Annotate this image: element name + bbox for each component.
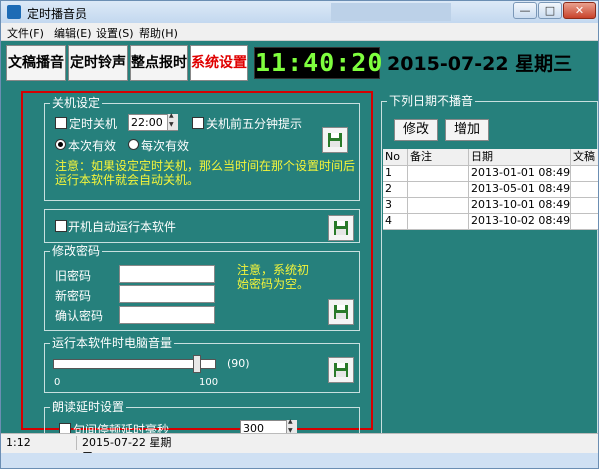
col-doc[interactable]: 文稿: [571, 149, 598, 165]
cell-note: [408, 197, 469, 213]
tab-text-broadcast[interactable]: 文稿播音: [6, 45, 66, 81]
col-date[interactable]: 日期: [469, 149, 571, 165]
app-window: 定时播音员 — □ ✕ 文件(F) 编辑(E) 设置(S) 帮助(H) 文稿播音…: [0, 0, 599, 469]
new-password-input[interactable]: [119, 285, 215, 303]
new-password-label: 新密码: [55, 289, 92, 303]
table-row[interactable]: 1 2013-01-01 08:49: [383, 165, 598, 182]
autostart-checkbox[interactable]: [55, 220, 67, 232]
old-password-label: 旧密码: [55, 269, 92, 283]
cell-date: 2013-01-01 08:49: [471, 165, 571, 181]
password-note: 注意，系统初始密码为空。: [237, 263, 310, 291]
modify-button[interactable]: 修改: [394, 119, 438, 141]
window-title: 定时播音员: [27, 7, 88, 21]
table-row[interactable]: 2 2013-05-01 08:49: [383, 181, 598, 198]
save-icon: [334, 221, 348, 235]
cell-no: 4: [383, 213, 408, 229]
tab-hourly-chime[interactable]: 整点报时: [130, 45, 188, 81]
table-row[interactable]: 3 2013-10-01 08:49: [383, 197, 598, 214]
table-row[interactable]: 4 2013-10-02 08:49: [383, 213, 598, 230]
digital-clock: 11:40:20: [254, 47, 384, 79]
radio-every[interactable]: [128, 139, 139, 150]
minimize-button[interactable]: —: [513, 2, 537, 19]
cell-no: 1: [383, 165, 408, 181]
confirm-password-input[interactable]: [119, 306, 215, 324]
no-play-group-title: 下列日期不播音: [387, 94, 476, 108]
window-bottom-edge: [1, 453, 598, 468]
autostart-label: 开机自动运行本软件: [68, 220, 177, 234]
cell-note: [408, 181, 469, 197]
col-note[interactable]: 备注: [408, 149, 469, 165]
shutdown-save-button[interactable]: [322, 127, 348, 153]
cell-doc: [571, 181, 598, 197]
radio-every-label: 每次有效: [141, 139, 190, 153]
menu-bar: 文件(F) 编辑(E) 设置(S) 帮助(H): [1, 23, 598, 41]
password-save-button[interactable]: [328, 299, 354, 325]
app-icon: [7, 5, 21, 19]
status-bar: 1:12 2015-07-22 星期三: [1, 433, 598, 463]
save-icon: [328, 133, 342, 147]
status-time: 1:12: [3, 436, 77, 450]
radio-once-label: 本次有效: [68, 139, 117, 153]
close-button[interactable]: ✕: [563, 2, 596, 19]
title-bar: 定时播音员 — □ ✕: [1, 1, 598, 23]
maximize-button[interactable]: □: [538, 2, 562, 19]
tab-timed-bell[interactable]: 定时铃声: [68, 45, 128, 81]
volume-group-title: 运行本软件时电脑音量: [50, 336, 175, 350]
cell-doc: [571, 165, 598, 181]
current-date: 2015-07-22 星期三: [387, 53, 573, 75]
cell-no: 2: [383, 181, 408, 197]
add-button[interactable]: 增加: [445, 119, 489, 141]
volume-save-button[interactable]: [328, 357, 354, 383]
tab-system-settings[interactable]: 系统设置: [190, 45, 248, 81]
time-spin-buttons[interactable]: [167, 112, 178, 130]
save-icon: [334, 363, 348, 377]
cell-no: 3: [383, 197, 408, 213]
volume-value: (90): [227, 357, 250, 370]
five-min-warning-label: 关机前五分钟提示: [206, 117, 303, 131]
timed-shutdown-checkbox[interactable]: [55, 117, 67, 129]
shutdown-note: 注意：如果设定定时关机，那么当时间在那个设置时间后运行本软件就会自动关机。: [55, 159, 356, 187]
confirm-password-label: 确认密码: [55, 309, 104, 323]
title-bar-blur: [331, 3, 451, 21]
password-group-title: 修改密码: [50, 244, 103, 258]
menu-edit[interactable]: 编辑(E): [54, 25, 92, 41]
cell-note: [408, 213, 469, 229]
cell-doc: [571, 213, 598, 229]
timed-shutdown-label: 定时关机: [69, 117, 118, 131]
volume-slider-thumb[interactable]: [192, 355, 201, 373]
col-no[interactable]: No: [383, 149, 408, 165]
status-date: 2015-07-22 星期三: [82, 436, 172, 463]
five-min-warning-checkbox[interactable]: [192, 117, 204, 129]
volume-min-label: 0: [54, 377, 61, 388]
cell-date: 2013-10-01 08:49: [471, 197, 571, 213]
old-password-input[interactable]: [119, 265, 215, 283]
radio-once[interactable]: [55, 139, 66, 150]
delay-group-title: 朗读延时设置: [50, 400, 127, 414]
cell-date: 2013-05-01 08:49: [471, 181, 571, 197]
no-play-table: No 备注 日期 文稿 1 2013-01-01 08:49 2 2013-05…: [383, 149, 598, 230]
cell-doc: [571, 197, 598, 213]
menu-settings[interactable]: 设置(S): [96, 25, 134, 41]
autostart-save-button[interactable]: [328, 215, 354, 241]
menu-file[interactable]: 文件(F): [7, 25, 44, 41]
save-icon: [334, 305, 348, 319]
main-panel: 文稿播音 定时铃声 整点报时 系统设置 11:40:20 2015-07-22 …: [1, 41, 598, 447]
volume-max-label: 100: [199, 377, 219, 388]
menu-help[interactable]: 帮助(H): [139, 25, 178, 41]
shutdown-group-title: 关机设定: [50, 96, 103, 110]
cell-date: 2013-10-02 08:49: [471, 213, 571, 229]
cell-note: [408, 165, 469, 181]
table-header: No 备注 日期 文稿: [383, 149, 598, 166]
